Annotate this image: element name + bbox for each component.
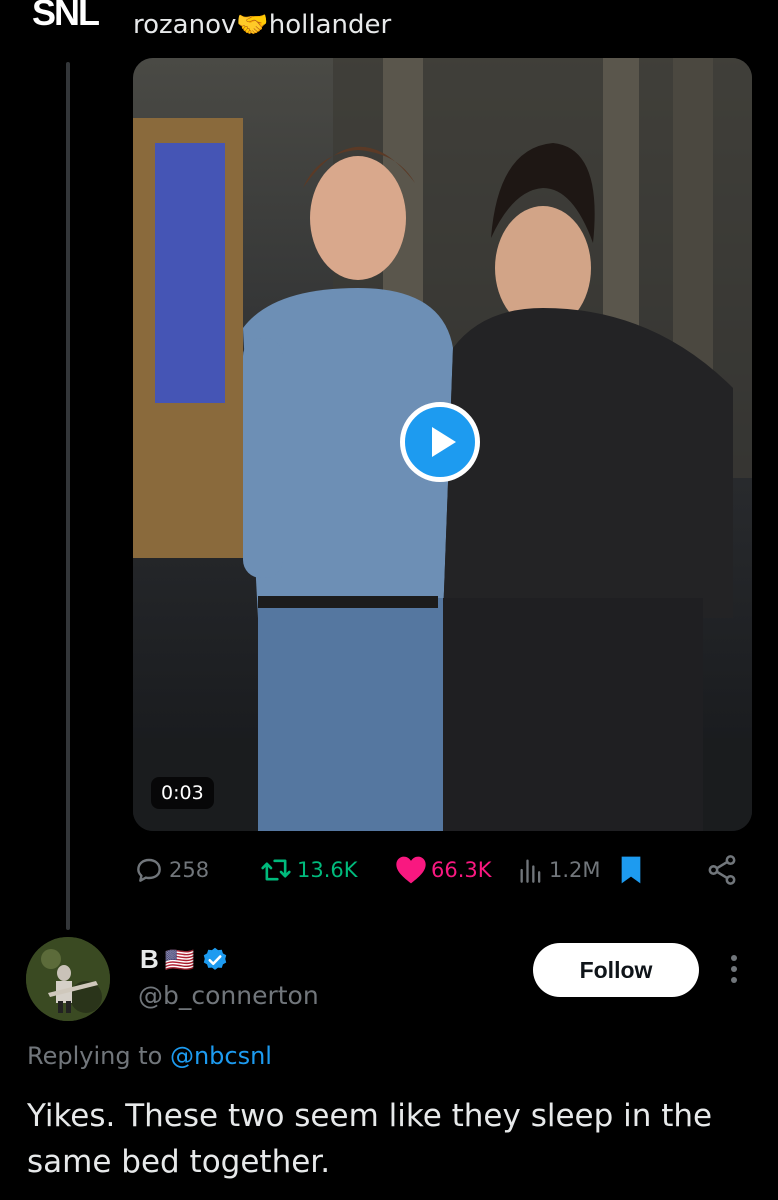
repost-icon — [261, 859, 291, 881]
more-icon[interactable] — [722, 952, 746, 988]
author-name-row[interactable]: B 🇺🇸 — [140, 944, 229, 975]
snl-logo: SNL — [32, 0, 100, 33]
bookmark-button[interactable] — [619, 850, 643, 890]
share-icon — [708, 855, 736, 885]
follow-button[interactable]: Follow — [533, 943, 699, 997]
play-icon — [431, 427, 456, 457]
views-icon — [520, 859, 541, 883]
like-button[interactable]: 66.3K — [395, 850, 492, 890]
author-handle[interactable]: @b_connerton — [138, 981, 319, 1010]
video-player[interactable]: 0:03 — [133, 58, 752, 831]
bookmark-icon — [621, 856, 641, 884]
tweet-actions: 258 13.6K 66.3K 1.2M — [133, 850, 752, 890]
tweet-text: rozanov🤝hollander — [133, 10, 392, 40]
heart-icon — [396, 856, 426, 884]
reply-icon — [137, 858, 161, 882]
views-count: 1.2M — [549, 858, 601, 882]
repost-count: 13.6K — [297, 858, 358, 882]
views-button[interactable]: 1.2M — [517, 850, 601, 890]
repost-button[interactable]: 13.6K — [259, 850, 358, 890]
play-button[interactable] — [400, 402, 480, 482]
video-duration: 0:03 — [151, 777, 214, 809]
display-name: B — [140, 944, 159, 974]
avatar[interactable] — [26, 937, 110, 1021]
share-button[interactable] — [705, 850, 739, 890]
reply-button[interactable]: 258 — [133, 850, 209, 890]
avatar-image — [26, 937, 110, 1021]
flag-emoji: 🇺🇸 — [164, 945, 195, 974]
like-count: 66.3K — [431, 858, 492, 882]
thread-line — [66, 62, 70, 930]
replying-to: Replying to @nbcsnl — [27, 1042, 272, 1070]
replying-to-mention[interactable]: @nbcsnl — [170, 1042, 272, 1070]
reply-text: Yikes. These two seem like they sleep in… — [27, 1098, 713, 1180]
reply-count: 258 — [169, 858, 210, 882]
replying-prefix: Replying to — [27, 1042, 163, 1070]
verified-badge-icon — [203, 947, 226, 970]
